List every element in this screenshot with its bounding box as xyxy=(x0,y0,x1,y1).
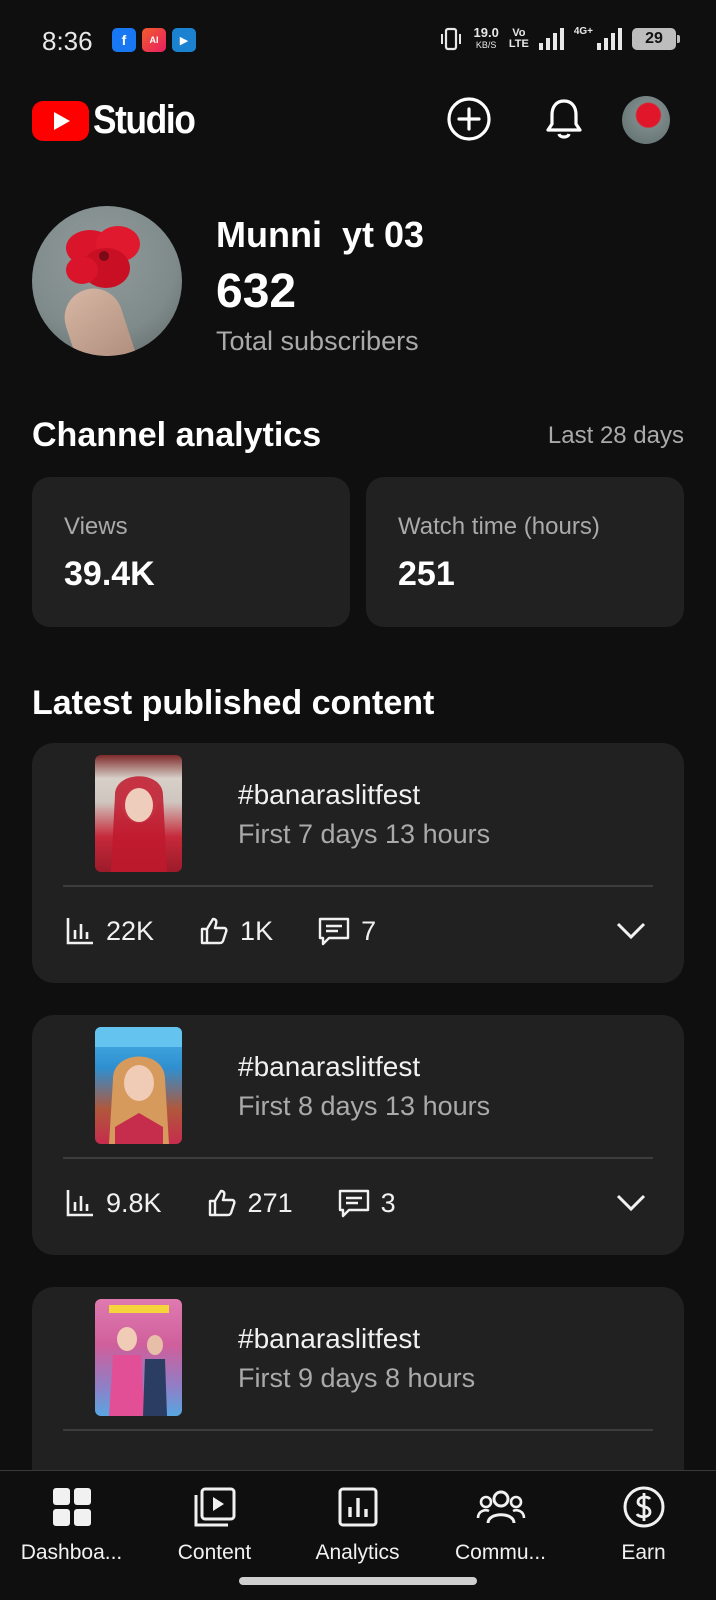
nav-label: Dashboa... xyxy=(20,1541,123,1564)
likes-metric: 1K xyxy=(198,915,273,947)
network-type: 4G+ xyxy=(573,25,593,37)
comments-count: 7 xyxy=(361,915,377,946)
home-indicator[interactable] xyxy=(239,1577,477,1585)
status-indicators: 19.0 KB/S Vo LTE 4G+ 29 xyxy=(438,25,680,52)
subscriber-count: 632 xyxy=(216,265,297,318)
comments-metric: 3 xyxy=(337,1187,396,1219)
views-card[interactable]: Views 39.4K xyxy=(32,477,350,627)
video-thumbnail[interactable] xyxy=(95,755,182,872)
likes-metric: 271 xyxy=(206,1187,293,1219)
signal-icon-2 xyxy=(597,28,622,50)
divider xyxy=(63,1157,653,1159)
volte-indicator: Vo LTE xyxy=(509,28,529,50)
ad-app-icon: AI xyxy=(142,28,166,52)
video-title: #banaraslitfest xyxy=(238,1051,421,1082)
earn-icon xyxy=(623,1486,664,1528)
video-period: First 8 days 13 hours xyxy=(238,1091,491,1121)
divider xyxy=(63,885,653,887)
views-count: 22K xyxy=(106,915,155,946)
notification-icons: f AI ▶ xyxy=(112,28,196,52)
bell-icon xyxy=(546,99,582,139)
thumbnail-figure xyxy=(111,776,167,872)
stat-label: Watch time (hours) xyxy=(398,513,600,540)
video-thumbnail[interactable] xyxy=(95,1027,182,1144)
hibiscus-image xyxy=(66,226,140,288)
logo-text: Studio xyxy=(93,98,196,142)
nav-label: Analytics xyxy=(315,1541,400,1564)
video-metrics: 22K 1K 7 xyxy=(64,911,420,951)
video-thumbnail[interactable] xyxy=(95,1299,182,1416)
channel-analytics-title: Channel analytics xyxy=(32,416,322,454)
likes-count: 271 xyxy=(247,1187,293,1218)
youtube-logo-icon xyxy=(32,100,89,141)
nav-content[interactable]: Content xyxy=(143,1471,286,1571)
comment-icon xyxy=(318,917,350,946)
youtube-studio-logo[interactable]: Studio xyxy=(32,98,208,143)
nav-label: Earn xyxy=(621,1541,666,1564)
nav-analytics[interactable]: Analytics xyxy=(286,1471,429,1571)
create-button[interactable] xyxy=(444,94,494,144)
community-icon xyxy=(476,1490,525,1524)
network-speed-value: 19.0 xyxy=(473,25,499,40)
signal-icon xyxy=(538,28,564,50)
facebook-icon: f xyxy=(112,28,136,52)
comments-metric: 7 xyxy=(317,915,376,947)
bar-chart-icon xyxy=(66,918,93,945)
bar-chart-icon xyxy=(66,1190,93,1217)
views-metric: 9.8K xyxy=(64,1187,162,1219)
likes-count: 1K xyxy=(240,915,274,946)
nav-label: Content xyxy=(177,1541,252,1564)
chevron-down-icon[interactable] xyxy=(616,921,646,941)
video-title: #banaraslitfest xyxy=(238,779,421,810)
channel-name: Munni yt 03 xyxy=(216,214,425,255)
views-count: 9.8K xyxy=(106,1187,162,1218)
status-bar: 8:36 f AI ▶ 19.0 KB/S Vo LTE 4G+ 29 xyxy=(0,0,716,80)
stat-value: 39.4K xyxy=(64,555,155,593)
stat-label: Views xyxy=(64,513,128,540)
content-icon xyxy=(194,1487,235,1527)
thumbnail-figure xyxy=(109,1305,169,1416)
latest-content-title: Latest published content xyxy=(32,684,435,722)
views-metric: 22K xyxy=(64,915,154,947)
analytics-range: Last 28 days xyxy=(547,422,684,449)
vibrate-icon xyxy=(440,27,461,51)
notifications-button[interactable] xyxy=(539,94,589,144)
comment-icon xyxy=(338,1189,369,1218)
video-period: First 7 days 13 hours xyxy=(238,819,491,849)
thumbs-up-icon xyxy=(208,1189,236,1217)
avatar[interactable] xyxy=(622,96,670,144)
plus-circle-icon xyxy=(447,97,491,141)
battery-icon: 29 xyxy=(632,28,680,50)
channel-avatar[interactable] xyxy=(32,206,182,356)
nav-dashboard[interactable]: Dashboa... xyxy=(0,1471,143,1571)
chevron-down-icon[interactable] xyxy=(616,1193,646,1213)
nav-community[interactable]: Commu... xyxy=(429,1471,572,1571)
status-time: 8:36 xyxy=(42,26,93,56)
stat-value: 251 xyxy=(398,555,455,593)
media-app-icon: ▶ xyxy=(172,28,196,52)
watch-time-card[interactable]: Watch time (hours) 251 xyxy=(366,477,684,627)
video-card[interactable]: #banaraslitfest First 7 days 13 hours 22… xyxy=(32,743,684,983)
video-title: #banaraslitfest xyxy=(238,1323,421,1354)
network-speed: 19.0 KB/S xyxy=(473,25,499,51)
network-speed-unit: KB/S xyxy=(475,40,497,50)
nav-label: Commu... xyxy=(454,1541,546,1564)
video-period: First 9 days 8 hours xyxy=(238,1363,476,1393)
divider xyxy=(63,1429,653,1431)
channel-profile: Munni yt 03 632 Total subscribers xyxy=(32,206,692,356)
volte-bottom: LTE xyxy=(508,38,529,50)
thumbnail-figure xyxy=(95,1027,182,1144)
subscriber-label: Total subscribers xyxy=(216,326,419,356)
app-header: Studio xyxy=(0,84,716,156)
nav-earn[interactable]: Earn xyxy=(572,1471,715,1571)
dashboard-icon xyxy=(52,1488,91,1526)
comments-count: 3 xyxy=(380,1187,396,1218)
analytics-icon xyxy=(338,1487,377,1527)
thumbs-up-icon xyxy=(200,917,228,945)
video-metrics: 9.8K 271 3 xyxy=(64,1183,440,1223)
video-card[interactable]: #banaraslitfest First 8 days 13 hours 9.… xyxy=(32,1015,684,1255)
